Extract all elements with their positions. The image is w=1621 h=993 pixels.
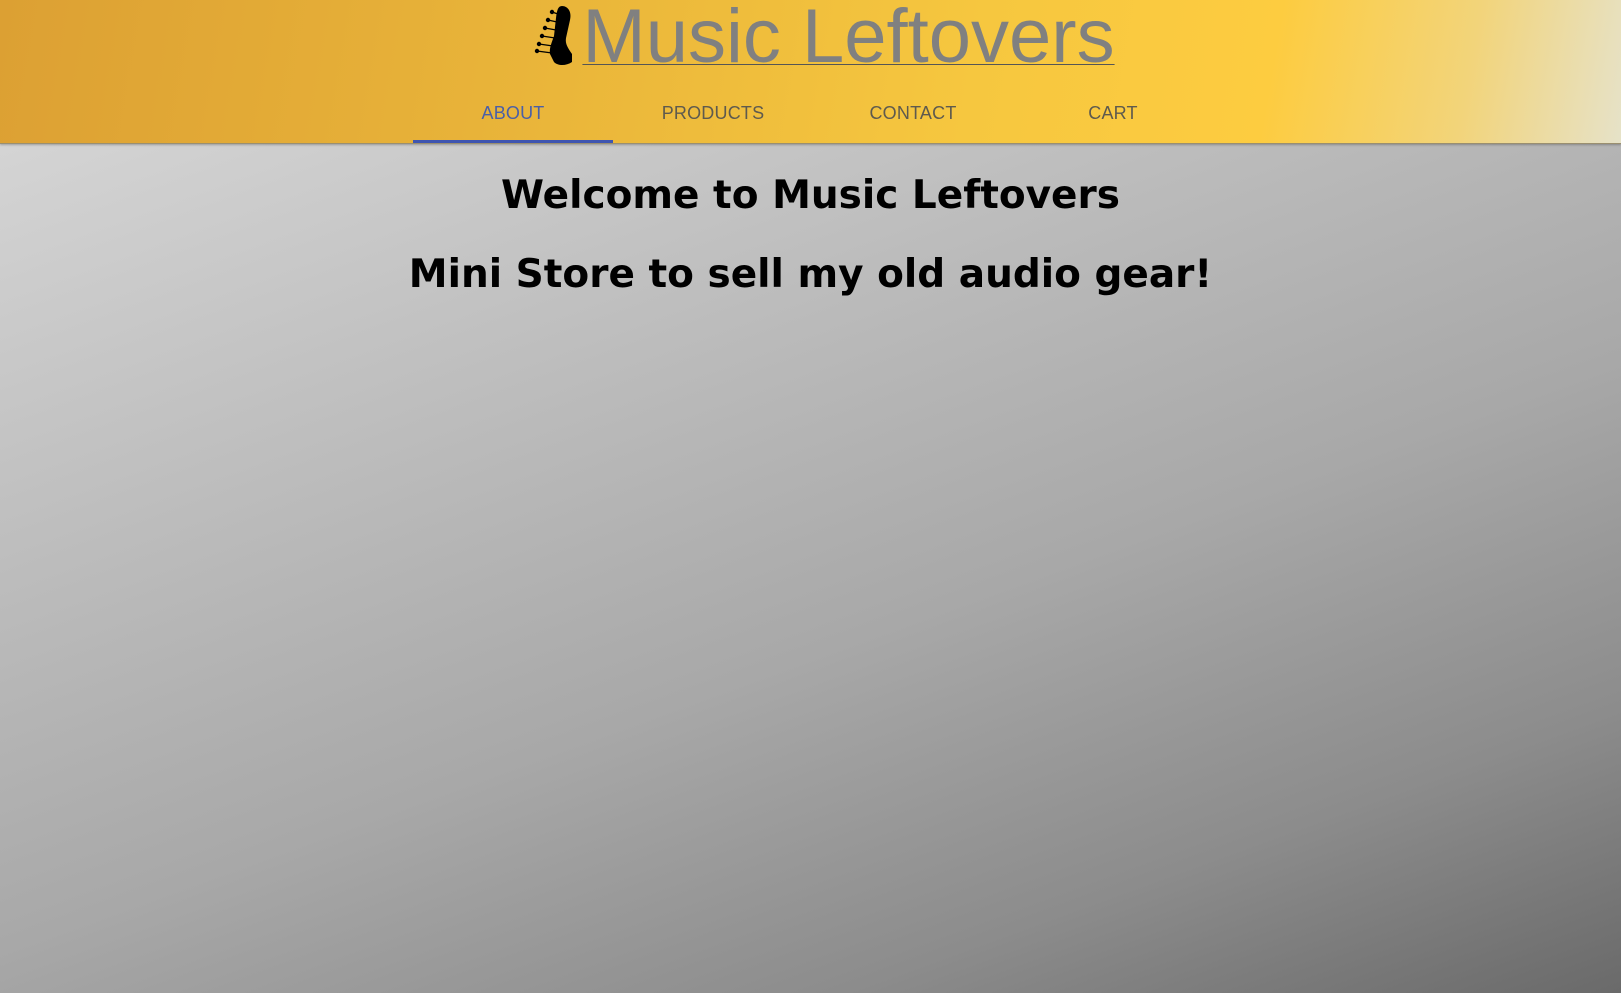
tab-products[interactable]: PRODUCTS [613, 88, 813, 143]
brand-link-group: Music Leftovers [532, 0, 1115, 75]
page-subtitle: Mini Store to sell my old audio gear! [408, 252, 1213, 297]
site-title-link[interactable]: Music Leftovers [582, 0, 1114, 75]
tab-cart[interactable]: CART [1013, 88, 1213, 143]
guitar-headstock-icon [535, 6, 573, 65]
page-title: Welcome to Music Leftovers [501, 173, 1120, 218]
tab-contact[interactable]: CONTACT [813, 88, 1013, 143]
main-nav: ABOUT PRODUCTS CONTACT CART [413, 88, 1213, 143]
tab-about[interactable]: ABOUT [413, 88, 613, 143]
brand: Music Leftovers [0, 0, 1621, 75]
site-header: Music Leftovers ABOUT PRODUCTS CONTACT C… [0, 0, 1621, 144]
